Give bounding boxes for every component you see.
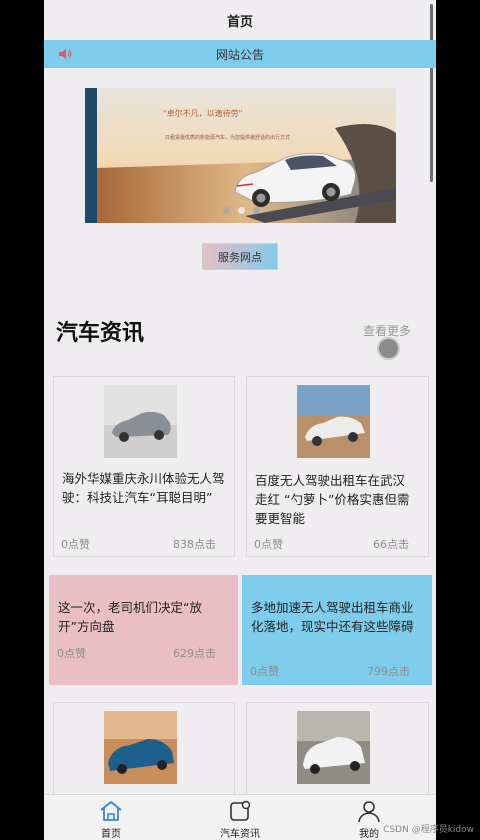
banner-stripe [85,88,97,223]
news-title: 多地加速无人驾驶出租车商业化落地，现实中还有这些障碍 [251,600,414,634]
carousel-dot[interactable] [223,207,230,214]
page-title: 首页 [226,14,253,30]
tab-bar: 首页 汽车资讯 我的 [44,794,436,840]
scrollbar[interactable] [430,4,433,182]
section-title: 汽车资讯 [56,321,145,346]
user-icon [358,801,380,823]
notice-label: 网站公告 [215,47,264,62]
news-card[interactable] [246,702,429,802]
view-more-indicator[interactable] [377,337,400,360]
news-card[interactable]: 多地加速无人驾驶出租车商业化落地，现实中还有这些障碍 0点赞 799点击 [242,575,432,685]
news-card[interactable]: 百度无人驾驶出租车在武汉走红 “勺萝卜”价格实惠但需要更智能 0点赞 66点击 [246,376,429,557]
news-clicks: 629点击 [173,647,216,660]
service-button[interactable]: 服务网点 [202,243,278,270]
news-thumbnail [104,711,177,784]
watermark: CSDN @程序员kidow [383,825,474,835]
news-likes: 0点赞 [250,665,279,678]
home-icon [100,801,122,821]
carousel-dots [223,207,260,214]
tab-label: 首页 [101,829,121,840]
news-title: 海外华媒重庆永川体验无人驾驶：科技让汽车“耳聪目明” [62,471,225,505]
news-icon [230,800,251,821]
tab-home[interactable]: 首页 [46,795,176,840]
news-card[interactable]: 这一次，老司机们决定“放开”方向盘 0点赞 629点击 [49,575,238,685]
banner-subtitle: 只租赁最优质的新能源汽车，为您提供最舒适的出行方式 [165,135,291,141]
news-card[interactable] [53,702,235,802]
news-thumbnail [104,385,177,458]
notice-bar[interactable]: 网站公告 [44,40,436,68]
app-screen: 首页 网站公告 "卓尔不凡，以逸待劳" 只租赁最优质的新能源汽车，为您提供最舒适… [44,0,436,840]
news-title: 这一次，老司机们决定“放开”方向盘 [58,600,202,634]
news-clicks: 799点击 [367,665,410,678]
news-clicks: 66点击 [373,538,409,551]
news-card[interactable]: 海外华媒重庆永川体验无人驾驶：科技让汽车“耳聪目明” 0点赞 838点击 [53,376,235,557]
banner-slogan: "卓尔不凡，以逸待劳" [163,109,243,118]
nav-bar: 首页 [44,0,436,40]
news-thumbnail [297,385,370,458]
tab-label: 汽车资讯 [220,829,260,840]
news-likes: 0点赞 [61,538,90,551]
news-likes: 0点赞 [254,538,283,551]
news-likes: 0点赞 [57,647,86,660]
speaker-icon [59,49,72,59]
news-thumbnail [297,711,370,784]
news-title: 百度无人驾驶出租车在武汉走红 “勺萝卜”价格实惠但需要更智能 [255,473,410,526]
tab-news[interactable]: 汽车资讯 [175,795,305,840]
banner-carousel[interactable]: "卓尔不凡，以逸待劳" 只租赁最优质的新能源汽车，为您提供最舒适的出行方式 [85,88,396,223]
carousel-dot-active[interactable] [238,207,245,214]
news-clicks: 838点击 [173,538,216,551]
carousel-dot[interactable] [253,207,260,214]
